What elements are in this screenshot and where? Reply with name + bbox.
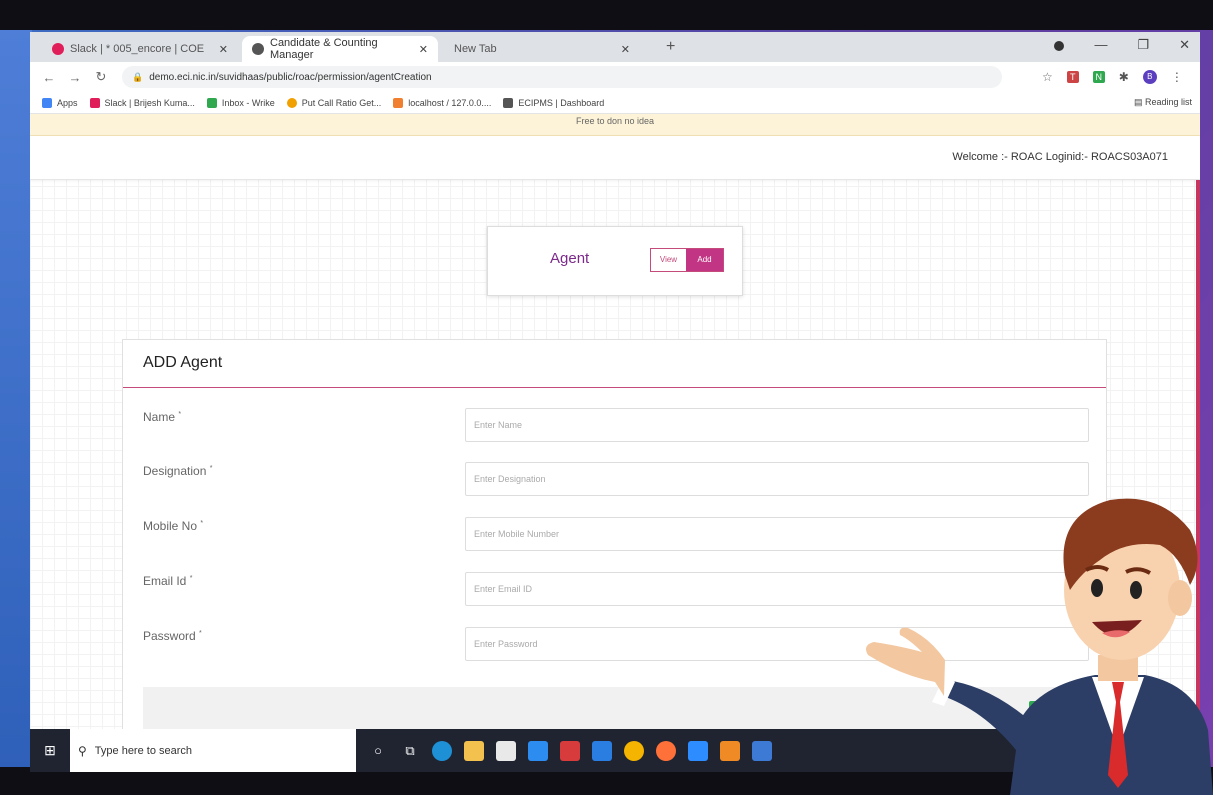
avatar[interactable]: B [1142,70,1157,84]
bookmark-apps[interactable]: Apps [42,97,78,108]
new-tab-button[interactable]: + [666,38,675,56]
extension-icon[interactable]: N [1092,71,1105,83]
email-label: Email Id * [143,574,193,588]
reload-icon[interactable]: ↻ [94,69,108,85]
url-input[interactable]: 🔒 demo.eci.nic.in/suvidhaas/public/roac/… [122,66,1002,88]
globe-icon [252,43,264,55]
slide-left-accent [0,0,32,795]
close-icon[interactable]: ✕ [411,43,428,56]
extension-icon[interactable]: T [1066,71,1079,83]
check-icon [206,97,217,108]
extension-icons: ☆ T N ✱ B ⋮ [1042,70,1183,84]
designation-label: Designation * [143,464,213,478]
tab-label: Candidate & Counting Manager [270,37,378,61]
mascot-eye [1130,581,1142,599]
close-window-icon[interactable]: ✕ [1179,37,1190,53]
zoom-icon[interactable] [688,740,708,761]
taskbar-apps: ○ ⧉ [368,740,772,761]
file-explorer-icon[interactable] [464,740,484,761]
app-l-icon[interactable] [528,740,548,761]
bookmarks-bar: Apps Slack | Brijesh Kuma... Inbox - Wri… [30,92,1200,114]
forward-icon[interactable]: → [68,70,82,85]
puzzle-icon[interactable]: ✱ [1119,70,1129,84]
view-button[interactable]: View [651,249,686,271]
view-add-toggle: View Add [650,248,724,272]
edge-icon[interactable] [432,740,452,761]
mascot-hand [866,627,945,696]
bookmark-put-call[interactable]: Put Call Ratio Get... [286,97,381,108]
name-row: Name * [123,408,1108,444]
tab-strip: Slack | * 005_encore | COE ✕ Candidate &… [30,32,1200,62]
mobile-label: Mobile No * [143,519,204,533]
name-input[interactable] [465,408,1089,442]
minimize-icon[interactable]: — [1094,37,1107,53]
name-label: Name * [143,410,182,424]
password-label: Password * [143,629,202,643]
back-icon[interactable]: ← [42,70,56,85]
restore-icon[interactable]: ❐ [1137,37,1149,53]
windows-start-icon[interactable]: ⊞ [30,742,70,759]
tab-candidate-counting[interactable]: Candidate & Counting Manager ✕ [242,36,438,62]
url-text: demo.eci.nic.in/suvidhaas/public/roac/pe… [149,71,432,83]
close-icon[interactable]: ✕ [211,43,228,56]
reading-list-icon: ▤ [1133,97,1145,107]
app-blue-icon[interactable] [752,740,772,761]
header-bar: Welcome :- ROAC Loginid:- ROACS03A071 [30,136,1200,180]
slide-top-border [0,0,1213,30]
star-icon[interactable]: ☆ [1042,70,1053,84]
slack-icon [89,97,100,108]
mascot-arm [940,680,1035,755]
mail-icon[interactable] [592,740,612,761]
page-title: Agent [550,250,590,267]
record-icon[interactable] [1054,41,1065,51]
welcome-text: Welcome :- ROAC Loginid:- ROACS03A071 [952,151,1168,163]
address-bar: ← → ↻ 🔒 demo.eci.nic.in/suvidhaas/public… [30,62,1200,92]
bookmark-slack[interactable]: Slack | Brijesh Kuma... [89,97,195,108]
phpmyadmin-icon [393,97,404,108]
mascot-ear [1168,580,1192,616]
bookmark-localhost[interactable]: localhost / 127.0.0.... [393,97,491,108]
app-orange-icon[interactable] [720,740,740,761]
chrome-icon[interactable] [624,740,644,761]
app-red-icon[interactable] [560,740,580,761]
notice-banner: Free to don no idea [30,114,1200,136]
task-view-icon[interactable]: ⧉ [400,743,420,759]
window-controls: — ❐ ✕ [1054,37,1190,53]
form-heading: ADD Agent [123,340,1106,388]
taskbar-search-placeholder: Type here to search [94,744,193,757]
agent-card: Agent View Add [487,226,743,296]
circle-icon [286,97,297,108]
reading-list[interactable]: ▤ Reading list [1134,97,1192,108]
menu-icon[interactable]: ⋮ [1171,70,1183,84]
add-button[interactable]: Add [686,249,723,271]
apps-icon [42,97,52,108]
bookmark-ecipms[interactable]: ECIPMS | Dashboard [503,97,604,108]
tab-label: New Tab [454,43,497,55]
taskbar-search[interactable]: ⚲ Type here to search [70,729,356,772]
firefox-icon[interactable] [656,740,676,761]
tab-slack[interactable]: Slack | * 005_encore | COE ✕ [42,36,238,62]
tab-new-tab[interactable]: New Tab ✕ [444,36,640,62]
search-icon: ⚲ [78,743,87,758]
slack-icon [52,43,64,55]
mascot-eye [1091,579,1103,597]
presenter-mascot [866,498,1213,795]
cortana-icon[interactable]: ○ [368,743,388,758]
lock-icon: 🔒 [132,71,144,82]
dashboard-icon [503,97,514,108]
bookmark-wrike[interactable]: Inbox - Wrike [206,97,275,108]
tab-label: Slack | * 005_encore | COE [70,43,205,55]
store-icon[interactable] [496,740,516,761]
close-icon[interactable]: ✕ [613,43,630,56]
